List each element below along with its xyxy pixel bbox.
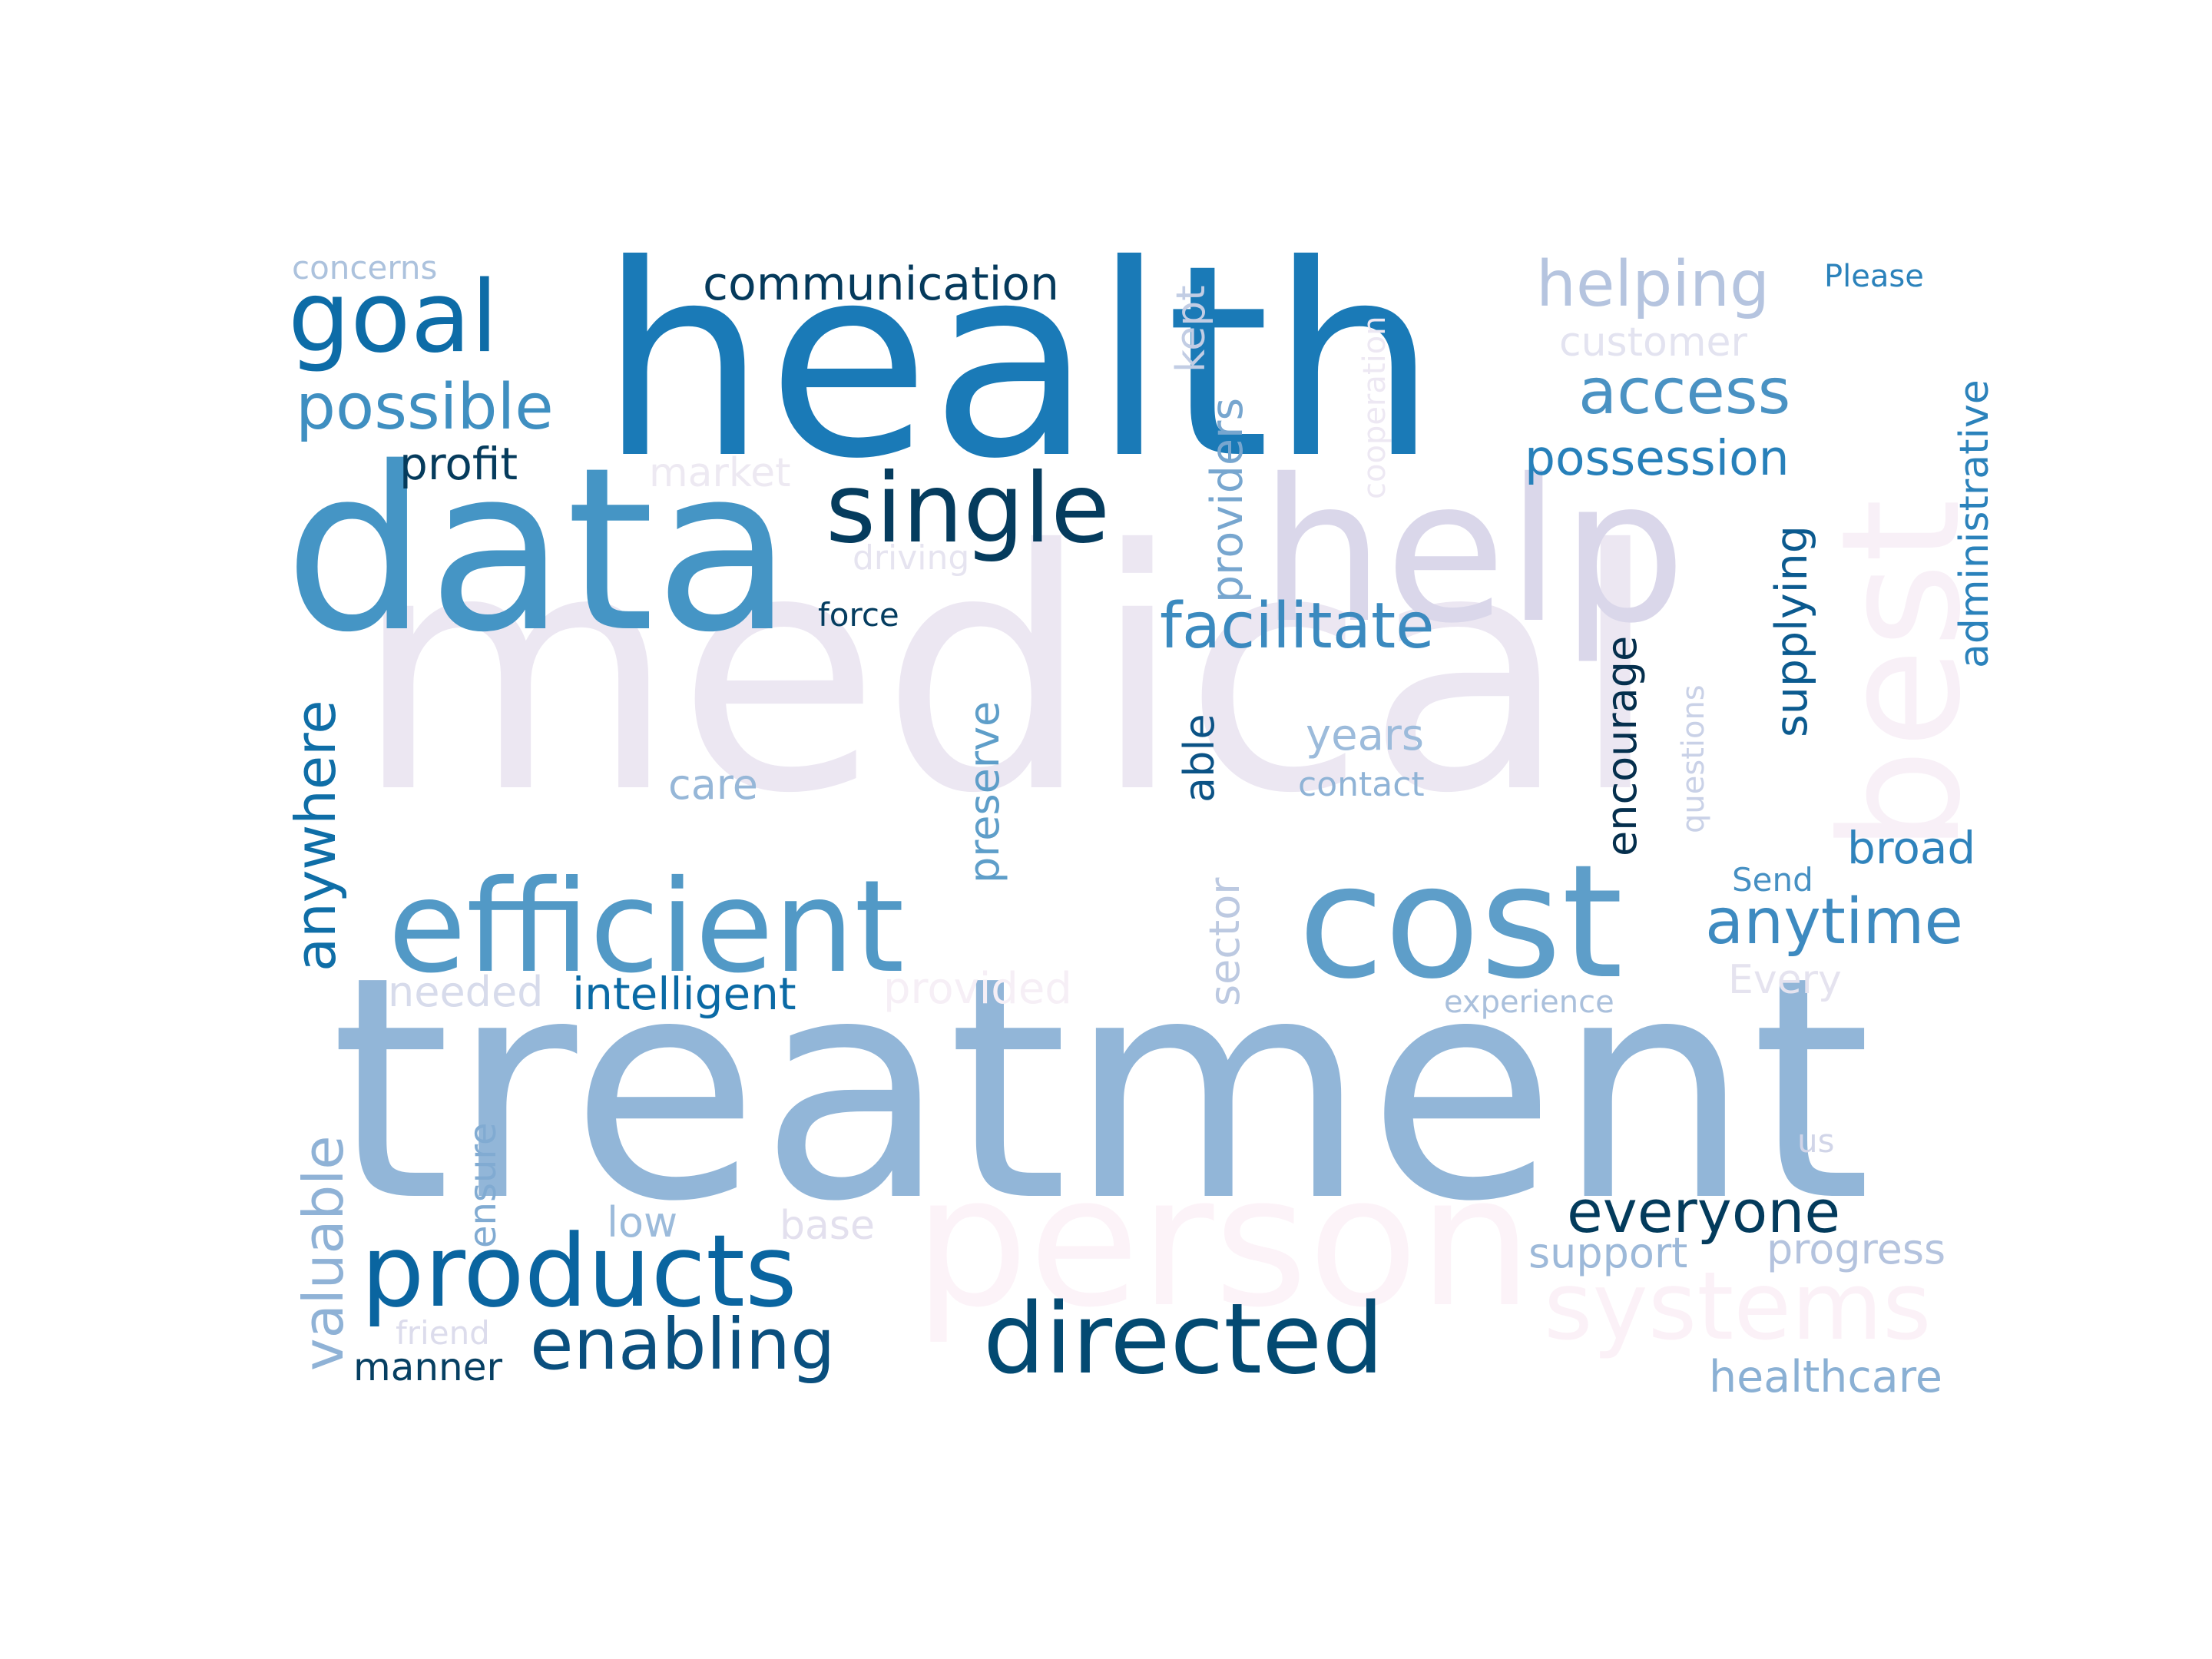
word-market: market (649, 450, 791, 496)
word-low: low (607, 1198, 678, 1247)
word-helping: helping (1536, 248, 1770, 321)
word-intelligent: intelligent (572, 968, 796, 1020)
word-us: us (1797, 1122, 1835, 1160)
word-ensure: ensure (462, 1122, 505, 1248)
word-administrative: administrative (1952, 379, 1998, 668)
word-Please: Please (1824, 259, 1924, 294)
word-facilitate: facilitate (1160, 590, 1435, 663)
word-support: support (1528, 1229, 1688, 1277)
word-Send: Send (1732, 861, 1813, 899)
word-possession: possession (1525, 430, 1790, 486)
word-anytime: anytime (1705, 886, 1964, 959)
word-healthcare: healthcare (1709, 1352, 1942, 1402)
word-broad: broad (1847, 822, 1976, 874)
word-provided: provided (883, 964, 1072, 1014)
word-access: access (1578, 356, 1791, 429)
word-manner: manner (353, 1345, 503, 1389)
word-force: force (818, 596, 899, 634)
word-experience: experience (1444, 985, 1614, 1020)
word-profit: profit (399, 438, 518, 490)
word-customer: customer (1559, 320, 1747, 366)
word-contact: contact (1298, 765, 1425, 804)
word-questions: questions (1676, 684, 1711, 833)
word-providers: providers (1202, 397, 1253, 603)
word-concerns: concerns (292, 249, 438, 286)
word-base: base (780, 1203, 875, 1249)
word-supplying: supplying (1767, 525, 1817, 737)
word-progress: progress (1767, 1225, 1946, 1273)
word-enabling: enabling (530, 1303, 836, 1386)
word-years: years (1306, 710, 1425, 760)
word-communication: communication (703, 257, 1060, 311)
word-needed: needed (388, 968, 544, 1016)
word-cost: cost (1298, 832, 1624, 1014)
word-valuable: valuable (291, 1135, 356, 1372)
word-kept: kept (1168, 285, 1214, 373)
word-anywhere: anywhere (283, 700, 348, 972)
word-friend: friend (396, 1314, 490, 1352)
word-cooperation: cooperation (1357, 316, 1392, 499)
word-cloud: medical treatment health data help perso… (0, 0, 2212, 1659)
word-care: care (668, 760, 759, 809)
word-preserve: preserve (960, 700, 1008, 883)
word-possible: possible (296, 371, 554, 444)
word-Every: Every (1728, 957, 1842, 1003)
word-encourage: encourage (1598, 635, 1646, 856)
word-sector: sector (1200, 877, 1249, 1006)
word-directed: directed (983, 1282, 1384, 1396)
word-able: able (1175, 714, 1224, 803)
word-driving: driving (853, 538, 970, 578)
